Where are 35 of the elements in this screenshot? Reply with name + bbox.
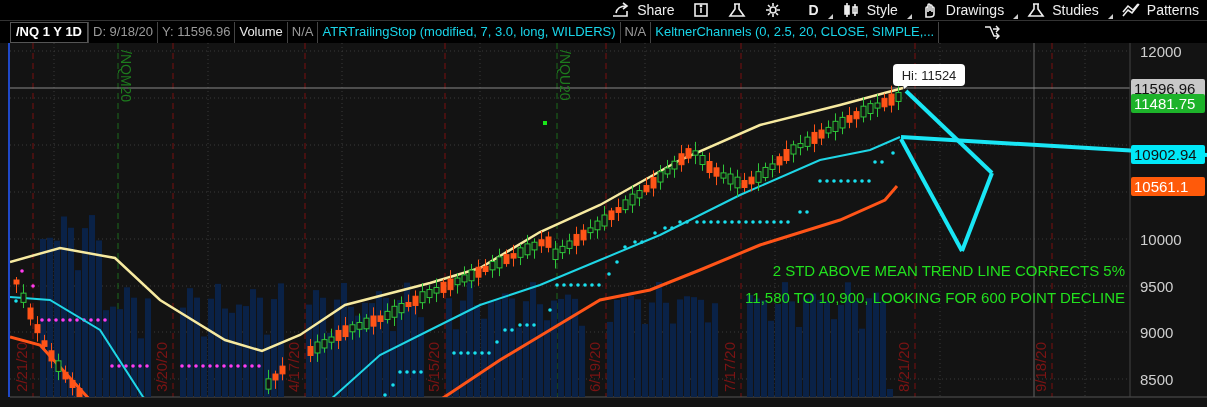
date-label: 7/17/20 (721, 341, 738, 392)
expiration-label: /NQM20 (118, 50, 134, 103)
price-tick: 8500 (1140, 371, 1174, 388)
date-label: 6/19/20 (586, 341, 603, 392)
price-tick: 10000 (1140, 231, 1182, 248)
price-marker: 10902.94 (1131, 145, 1205, 164)
symbol-label[interactable]: /NQ 1 Y 1D (10, 21, 88, 43)
price-marker: 10561.1 (1131, 177, 1205, 196)
legend-value: N/A (286, 21, 318, 43)
date-label: 4/17/20 (285, 341, 302, 392)
high-price-bubble: Hi: 11524 (893, 64, 965, 89)
price-tick: 9000 (1140, 324, 1174, 341)
legend-value: N/A (619, 21, 651, 43)
study-legend[interactable]: KeltnerChannels (0, 2.5, 20, CLOSE, SIMPLE,... (650, 21, 939, 43)
date-label: 5/15/20 (425, 341, 442, 392)
expiration-label: /NQU20 (557, 50, 573, 101)
price-tick: 9500 (1140, 278, 1174, 295)
studies-button[interactable]: Studies (1018, 0, 1113, 20)
price-marker: 11481.75 (1131, 94, 1205, 113)
price-tick: 12000 (1140, 43, 1182, 60)
legend-value: Y: 11596.96 (157, 21, 235, 43)
date-label: 2/21/20 (13, 341, 30, 392)
chart-note: 2 STD ABOVE MEAN TREND LINE CORRECTS 5% (772, 262, 1125, 279)
chart-note: 11,580 TO 10,900, LOOKING FOR 600 POINT DECLINE (745, 289, 1125, 306)
legend-value: Volume (234, 21, 287, 43)
date-label: 9/18/20 (1032, 341, 1049, 392)
style-button[interactable]: Style (832, 0, 912, 20)
patterns-button[interactable]: Patterns (1112, 0, 1207, 20)
share-button[interactable]: Share (603, 0, 683, 20)
aggregation-button[interactable]: D (800, 0, 833, 20)
study-legend[interactable]: ATRTrailingStop (modified, 7, 3.0, long, WILDERS) (317, 21, 620, 43)
date-label: 8/21/20 (895, 341, 912, 392)
drawings-button[interactable]: Drawings (911, 0, 1019, 20)
date-label: 3/20/20 (153, 341, 170, 392)
legend-value: D: 9/18/20 (88, 21, 157, 43)
